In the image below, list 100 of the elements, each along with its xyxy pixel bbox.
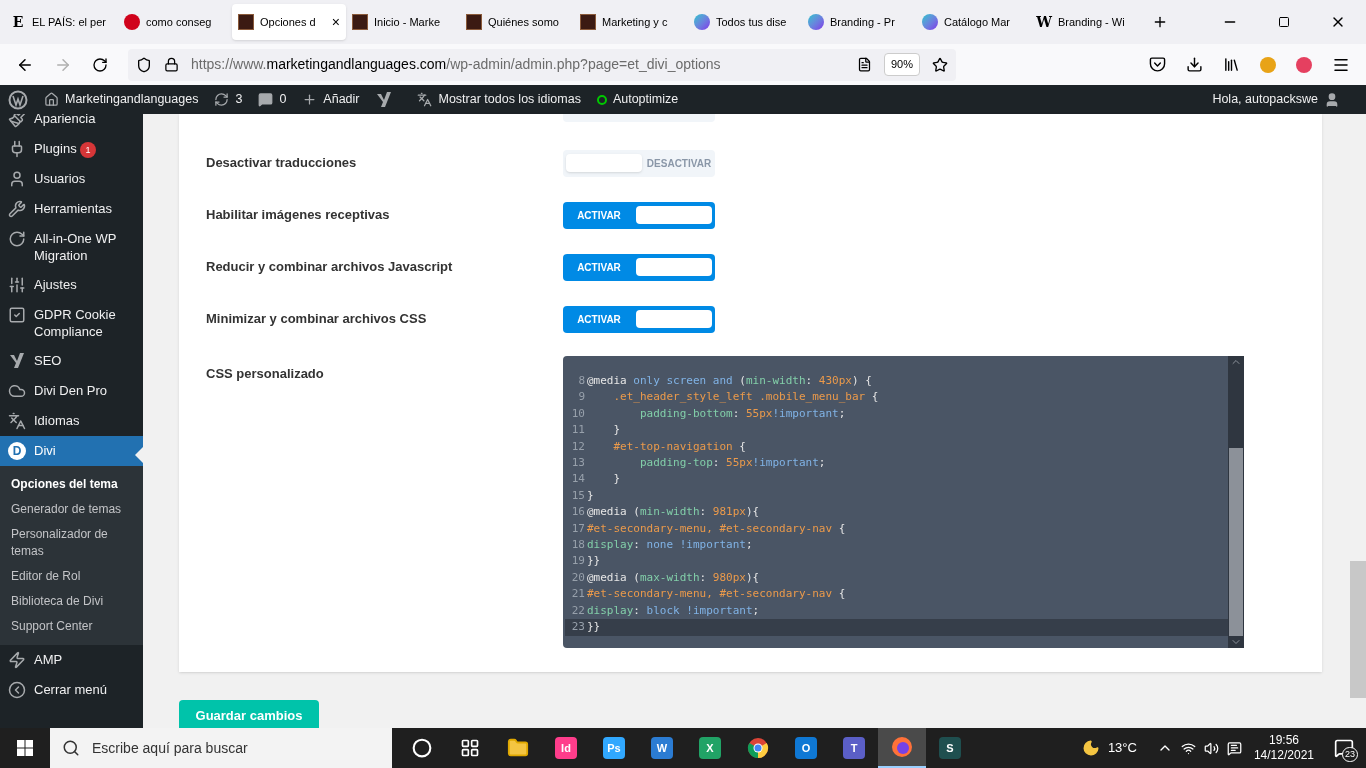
browser-tab[interactable]: Inicio - Marke [346, 4, 460, 40]
sidebar-item[interactable]: All-in-One WP Migration [0, 224, 143, 270]
extension-icon[interactable] [1296, 56, 1312, 73]
search-placeholder: Escribe aquí para buscar [92, 738, 248, 758]
sidebar-item[interactable]: SEO [0, 346, 143, 376]
submenu-item[interactable]: Personalizador de temas [0, 522, 143, 564]
seo-icon [8, 352, 26, 370]
code-line: } [612, 471, 621, 488]
code-line: #et-secondary-menu, #et-secondary-nav { [587, 586, 846, 603]
sidebar-item[interactable]: Usuarios [0, 164, 143, 194]
app-icon[interactable]: T [843, 737, 865, 759]
notifications-icon[interactable] [1334, 738, 1354, 758]
windows-start-icon[interactable] [17, 740, 33, 756]
submenu-item[interactable]: Support Center [0, 614, 143, 639]
site-icon [694, 14, 710, 30]
collapse-icon [8, 681, 26, 699]
divi-logo-icon: D [8, 442, 26, 460]
line-number: 16 [570, 504, 586, 521]
seo-icon[interactable] [375, 90, 394, 109]
migration-icon [8, 230, 26, 248]
sidebar-item[interactable]: AMP [0, 645, 143, 675]
account-link[interactable]: Hola, autopackswe [1212, 90, 1340, 109]
search-icon [62, 739, 80, 757]
restore-icon[interactable] [1278, 16, 1290, 28]
sidebar-item[interactable]: Apariencia [0, 114, 143, 134]
chrome-icon[interactable] [747, 737, 769, 759]
reload-icon[interactable] [92, 56, 108, 73]
languages-link[interactable]: Mostrar todos los idiomas [417, 90, 581, 109]
sidebar-item[interactable]: Plugins 1 [0, 134, 143, 164]
sidebar-item[interactable]: Ajustes [0, 270, 143, 300]
new-tab-icon[interactable] [1152, 14, 1168, 30]
address-bar[interactable]: https://www.marketingandlanguages.com/wp-admin/admin.php?page=et_divi_options 90% [128, 48, 956, 81]
browser-tab[interactable]: Catálogo Mar [916, 4, 1030, 40]
submenu-item[interactable]: Editor de Rol [0, 564, 143, 589]
sidebar-item[interactable]: Herramientas [0, 194, 143, 224]
new-content-link[interactable]: Añadir [302, 90, 360, 109]
submenu-item[interactable]: Opciones del tema [0, 472, 143, 497]
browser-tab[interactable]: Todos tus dise [688, 4, 802, 40]
temperature-text[interactable]: 13°C [1107, 738, 1137, 758]
firefox-icon[interactable] [891, 736, 913, 758]
volume-icon[interactable] [1203, 740, 1219, 756]
submenu-item[interactable]: Generador de temas [0, 497, 143, 522]
site-icon [922, 14, 938, 30]
input-icon[interactable] [1226, 740, 1242, 756]
sidebar-item[interactable]: GDPR Cookie Compliance [0, 300, 143, 346]
toggle-switch-edge[interactable] [563, 114, 715, 122]
zoom-level[interactable]: 90% [883, 53, 920, 76]
comments-link[interactable]: 0 [258, 90, 287, 109]
browser-tab[interactable]: W Branding - Wi [1030, 4, 1144, 40]
sidebar-item[interactable]: D Divi [0, 436, 143, 466]
line-number: 18 [570, 537, 586, 554]
code-line: padding-top: 55px!important; [638, 455, 826, 472]
cortana-icon[interactable] [412, 738, 432, 758]
submenu-item[interactable]: Biblioteca de Divi [0, 589, 143, 614]
app-icon[interactable]: O [795, 737, 817, 759]
browser-tab[interactable]: como conseg [118, 4, 232, 40]
network-icon[interactable] [1180, 740, 1196, 756]
pocket-icon[interactable] [1149, 56, 1166, 73]
weather-icon[interactable] [1081, 739, 1100, 757]
wordpress-logo-icon[interactable] [8, 89, 28, 110]
browser-tab[interactable]: Marketing y c [574, 4, 688, 40]
site-name-link[interactable]: Marketingandlanguages [44, 90, 199, 109]
toggle-switch[interactable]: ACTIVAR [563, 305, 715, 333]
download-icon[interactable] [1186, 56, 1203, 73]
updates-link[interactable]: 3 [214, 90, 243, 109]
languages-icon [8, 412, 26, 430]
cloud-icon [8, 382, 26, 400]
code-line: padding-bottom: 55px!important; [638, 405, 846, 422]
sidebar-item[interactable]: Idiomas [0, 406, 143, 436]
toggle-switch[interactable]: ACTIVAR [563, 201, 715, 229]
translate-icon [417, 92, 433, 107]
browser-tab[interactable]: Quiénes somo [460, 4, 574, 40]
sliders-icon [8, 276, 26, 294]
brush-icon [8, 114, 26, 128]
taskbar-search-field[interactable]: Escribe aquí para buscar [50, 728, 392, 768]
library-icon[interactable] [1223, 56, 1240, 73]
browser-tab[interactable]: Branding - Pr [802, 4, 916, 40]
sidebar-item[interactable]: Divi Den Pro [0, 376, 143, 406]
shield-icon[interactable] [136, 56, 152, 73]
bookmark-star-icon[interactable] [932, 56, 948, 73]
update-count-badge: 1 [80, 142, 96, 158]
autoptimize-link[interactable]: Autoptimize [596, 90, 679, 109]
site-icon [124, 14, 140, 30]
browser-tab[interactable]: Opciones d × [232, 4, 346, 40]
code-editor[interactable] [563, 356, 1244, 648]
app-icon[interactable]: S [939, 737, 961, 759]
sidebar-item[interactable]: Cerrar menú [0, 675, 143, 705]
clock[interactable]: 19:56 14/12/2021 [1253, 733, 1314, 763]
wrench-icon [8, 200, 26, 218]
line-number: 9 [577, 389, 586, 406]
browser-tab[interactable]: E EL PAÍS: el per [4, 4, 118, 40]
close-tab-icon[interactable]: × [331, 11, 340, 33]
app-icon[interactable]: W [651, 737, 673, 759]
lock-icon[interactable] [164, 57, 179, 72]
reader-view-icon[interactable] [856, 57, 872, 72]
task-view-icon[interactable] [460, 738, 480, 758]
code-line: }} [587, 619, 601, 636]
folder-icon[interactable] [507, 737, 529, 759]
toggle-switch[interactable]: ACTIVAR [563, 253, 715, 281]
setting-label: Minimizar y combinar archivos CSS [206, 310, 428, 329]
